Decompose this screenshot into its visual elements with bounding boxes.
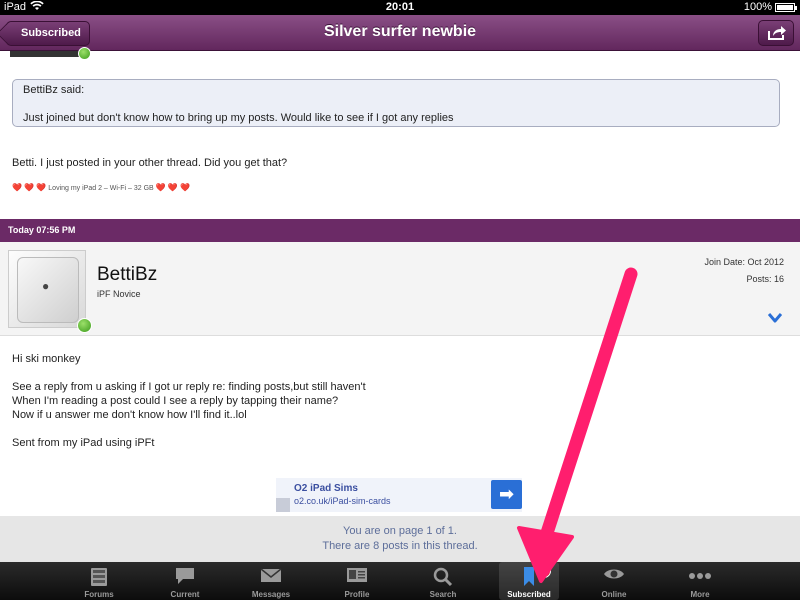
- ad-corner: [276, 498, 290, 512]
- post-body: Betti. I just posted in your other threa…: [12, 157, 288, 169]
- arrow-right-icon[interactable]: ➡: [491, 480, 522, 509]
- tab-label: Subscribed: [507, 590, 551, 599]
- battery-icon: [775, 3, 797, 12]
- ad-url: o2.co.uk/iPad-sim-cards: [294, 496, 391, 506]
- user-rank: iPF Novice: [97, 289, 141, 299]
- status-bar: iPad 20:01 100%: [0, 0, 800, 15]
- join-date: Join Date: Oct 2012: [704, 257, 784, 267]
- hearts-icon: ❤️ ❤️ ❤️: [155, 183, 190, 192]
- signature: ❤️ ❤️ ❤️ Loving my iPad 2 – Wi-Fi – 32 G…: [12, 183, 190, 192]
- tab-search[interactable]: Search: [413, 562, 473, 600]
- online-icon: [603, 567, 625, 586]
- battery-percent: 100%: [743, 1, 772, 13]
- tab-subscribed[interactable]: 3 Subscribed: [499, 562, 559, 600]
- more-icon: [688, 567, 712, 585]
- share-button[interactable]: [758, 20, 794, 46]
- profile-icon: [346, 567, 368, 588]
- post-body-line: Hi ski monkey: [12, 353, 81, 365]
- search-icon: [433, 567, 453, 592]
- tab-forums[interactable]: Forums: [69, 562, 129, 600]
- apple-logo-icon: ●: [42, 279, 50, 293]
- online-status-icon: [77, 318, 92, 333]
- page-info: You are on page 1 of 1. There are 8 post…: [0, 516, 800, 562]
- post-body-line: [12, 422, 366, 436]
- current-icon: [174, 567, 196, 590]
- tab-label: Profile: [344, 590, 370, 599]
- ad-title: O2 iPad Sims: [294, 483, 358, 494]
- clock: 20:01: [385, 1, 415, 13]
- avatar[interactable]: [10, 51, 85, 57]
- post-body: Hi ski monkey See a reply from u asking …: [12, 352, 366, 450]
- post-date-header: Today 07:56 PM: [0, 219, 800, 242]
- forums-icon: [90, 567, 108, 592]
- online-status-icon: [78, 47, 91, 60]
- post-body-line: When I'm reading a post could I see a re…: [12, 395, 339, 407]
- signature-text: Loving my iPad 2 – Wi-Fi – 32 GB: [48, 185, 154, 192]
- share-icon: [768, 26, 786, 40]
- post-body-line: See a reply from u asking if I got ur re…: [12, 381, 366, 393]
- messages-icon: [260, 567, 282, 588]
- notification-badge: 3: [537, 564, 551, 578]
- tab-label: Messages: [251, 590, 291, 599]
- tab-label: More: [690, 590, 710, 599]
- tab-current[interactable]: Current: [155, 562, 215, 600]
- app-screen: iPad 20:01 100% Subscribed Silver surfer…: [0, 0, 800, 600]
- page-title: Silver surfer newbie: [323, 23, 477, 40]
- post-body-line: Sent from my iPad using iPFt: [12, 437, 155, 449]
- tab-messages[interactable]: Messages: [241, 562, 301, 600]
- quote-author: BettiBz said:: [23, 84, 85, 96]
- page-info-line: You are on page 1 of 1.: [343, 525, 457, 537]
- hearts-icon: ❤️ ❤️ ❤️: [12, 183, 47, 192]
- battery-fill: [777, 5, 793, 10]
- tab-label: Online: [601, 590, 627, 599]
- avatar[interactable]: ●: [8, 250, 86, 328]
- username[interactable]: BettiBz: [97, 264, 157, 286]
- tab-label: Current: [170, 590, 200, 599]
- post-count: Posts: 16: [746, 274, 784, 284]
- tab-more[interactable]: More: [670, 562, 730, 600]
- quote-text: Just joined but don't know how to bring …: [23, 112, 454, 124]
- tab-label: Forums: [84, 590, 114, 599]
- subscribed-icon: [522, 567, 536, 592]
- tab-label: Search: [429, 590, 457, 599]
- page-info-line: There are 8 posts in this thread.: [322, 540, 478, 552]
- chevron-down-icon[interactable]: [767, 310, 783, 328]
- tab-online[interactable]: Online: [584, 562, 644, 600]
- post-author-header: ● BettiBz iPF Novice Join Date: Oct 2012…: [0, 242, 800, 336]
- ad-banner[interactable]: O2 iPad Sims o2.co.uk/iPad-sim-cards ➡: [276, 478, 522, 512]
- navigation-bar: Subscribed Silver surfer newbie: [0, 15, 800, 51]
- tab-bar: Forums Current Messages Profile Search 3…: [0, 562, 800, 600]
- post-body-line: [12, 366, 366, 380]
- tab-profile[interactable]: Profile: [327, 562, 387, 600]
- quote-box: BettiBz said: Just joined but don't know…: [12, 79, 780, 127]
- post-body-line: Now if u answer me don't know how I'll f…: [12, 409, 247, 421]
